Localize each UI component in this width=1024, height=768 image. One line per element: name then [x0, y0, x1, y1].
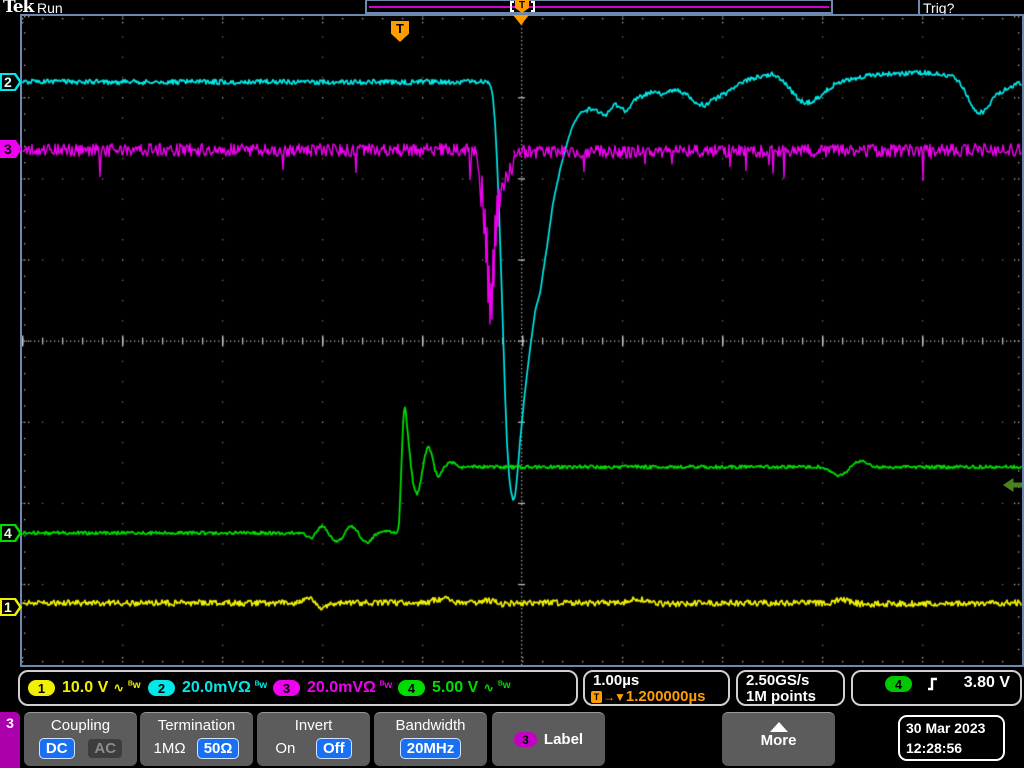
channel-readout-box: 1 10.0 V ∿ ᴮw 2 20.0mVΩ ᴮw 3 20.0mVΩ ᴮw …: [18, 670, 578, 706]
invert-off-option[interactable]: Off: [316, 738, 352, 759]
oscilloscope-screen: Tek Run T Trig? T 2 3 4 1 1 10.0 V ∿ ᴮw …: [0, 0, 1024, 768]
trigger-source-badge: 4: [885, 676, 912, 692]
record-view-left-bracket-icon: [510, 1, 514, 12]
datetime-box: 30 Mar 2023 12:28:56: [898, 715, 1005, 761]
coupling-dc-option[interactable]: DC: [38, 738, 75, 759]
more-up-arrow-icon: [769, 722, 788, 732]
bandwidth-limit-icon: ᴮw: [254, 679, 268, 691]
record-view-bar[interactable]: T: [365, 0, 833, 14]
ac-coupling-icon: ∿: [113, 680, 125, 695]
channel-1-readout[interactable]: 1 10.0 V ∿ ᴮw: [28, 672, 141, 704]
channel-4-badge: 4: [398, 680, 425, 696]
acquisition-readout-box: 2.50GS/s 1M points: [736, 670, 845, 706]
delay-arrows-icon: →▼: [603, 689, 626, 704]
record-length: 1M points: [746, 688, 816, 705]
channel-3-marker[interactable]: 3: [0, 140, 22, 158]
coupling-title: Coupling: [50, 717, 111, 734]
record-view-trigger-icon[interactable]: T: [515, 0, 529, 13]
label-button[interactable]: 3 Label: [492, 712, 605, 766]
channel-3-scale: 20.0mVΩ: [307, 679, 376, 696]
coupling-ac-option[interactable]: AC: [88, 739, 123, 758]
record-view-waveform-line: [369, 6, 829, 8]
channel-1-scale: 10.0 V: [62, 679, 109, 696]
channel-4-marker[interactable]: 4: [0, 524, 22, 542]
channel-3-readout[interactable]: 3 20.0mVΩ ᴮw: [273, 672, 392, 704]
termination-title: Termination: [157, 717, 236, 734]
sample-rate: 2.50GS/s: [746, 672, 810, 689]
bandwidth-limit-icon: ᴮw: [128, 679, 141, 691]
trigger-delay-value: 1.200000µs: [625, 688, 706, 705]
bandwidth-limit-icon: ᴮw: [498, 679, 511, 691]
more-button[interactable]: More: [722, 712, 835, 766]
label-channel-badge: 3: [513, 732, 537, 747]
coupling-button[interactable]: Coupling DC AC: [24, 712, 137, 766]
waveform-display: [22, 16, 1022, 665]
ac-coupling-icon: ∿: [483, 680, 495, 695]
date-value: 30 Mar 2023: [906, 720, 986, 736]
more-title: More: [760, 732, 797, 749]
invert-on-option[interactable]: On: [275, 738, 295, 759]
bandwidth-value-option[interactable]: 20MHz: [399, 738, 462, 759]
time-value: 12:28:56: [906, 740, 963, 756]
channel-1-marker[interactable]: 1: [0, 598, 22, 616]
trigger-t-icon: T: [591, 690, 602, 703]
channel-1-badge: 1: [28, 680, 55, 696]
invert-title: Invert: [294, 717, 333, 734]
timebase-readout-box: 1.00µs T →▼ 1.200000µs: [583, 670, 730, 706]
termination-50ohm-option[interactable]: 50Ω: [196, 738, 240, 759]
label-title: Label: [543, 731, 584, 748]
channel-4-scale: 5.00 V: [432, 679, 479, 696]
channel-3-badge: 3: [273, 680, 300, 696]
bandwidth-limit-icon: ᴮw: [379, 679, 393, 691]
menu-channel-tab[interactable]: 3: [0, 712, 20, 768]
bandwidth-button[interactable]: Bandwidth 20MHz: [374, 712, 487, 766]
bandwidth-title: Bandwidth: [395, 717, 466, 734]
termination-1mohm-option[interactable]: 1MΩ: [154, 738, 186, 759]
channel-2-badge: 2: [148, 680, 175, 696]
timebase-scale: 1.00µs: [593, 672, 640, 689]
record-view-right-bracket-icon: [531, 1, 535, 12]
channel-2-scale: 20.0mVΩ: [182, 679, 251, 696]
channel-4-readout[interactable]: 4 5.00 V ∿ ᴮw: [398, 672, 511, 704]
trigger-readout-box: 4 3.80 V: [851, 670, 1022, 706]
rising-edge-icon: [928, 677, 937, 691]
graticule: [20, 14, 1024, 667]
trigger-delay-readout: T →▼ 1.200000µs: [591, 688, 705, 705]
trigger-level-value: 3.80 V: [963, 674, 1010, 691]
channel-2-marker[interactable]: 2: [0, 73, 22, 91]
invert-button[interactable]: Invert On Off: [257, 712, 370, 766]
termination-button[interactable]: Termination 1MΩ 50Ω: [140, 712, 253, 766]
expansion-point-arrow-icon[interactable]: [513, 15, 529, 25]
channel-2-readout[interactable]: 2 20.0mVΩ ᴮw: [148, 672, 267, 704]
divider: [918, 0, 920, 15]
